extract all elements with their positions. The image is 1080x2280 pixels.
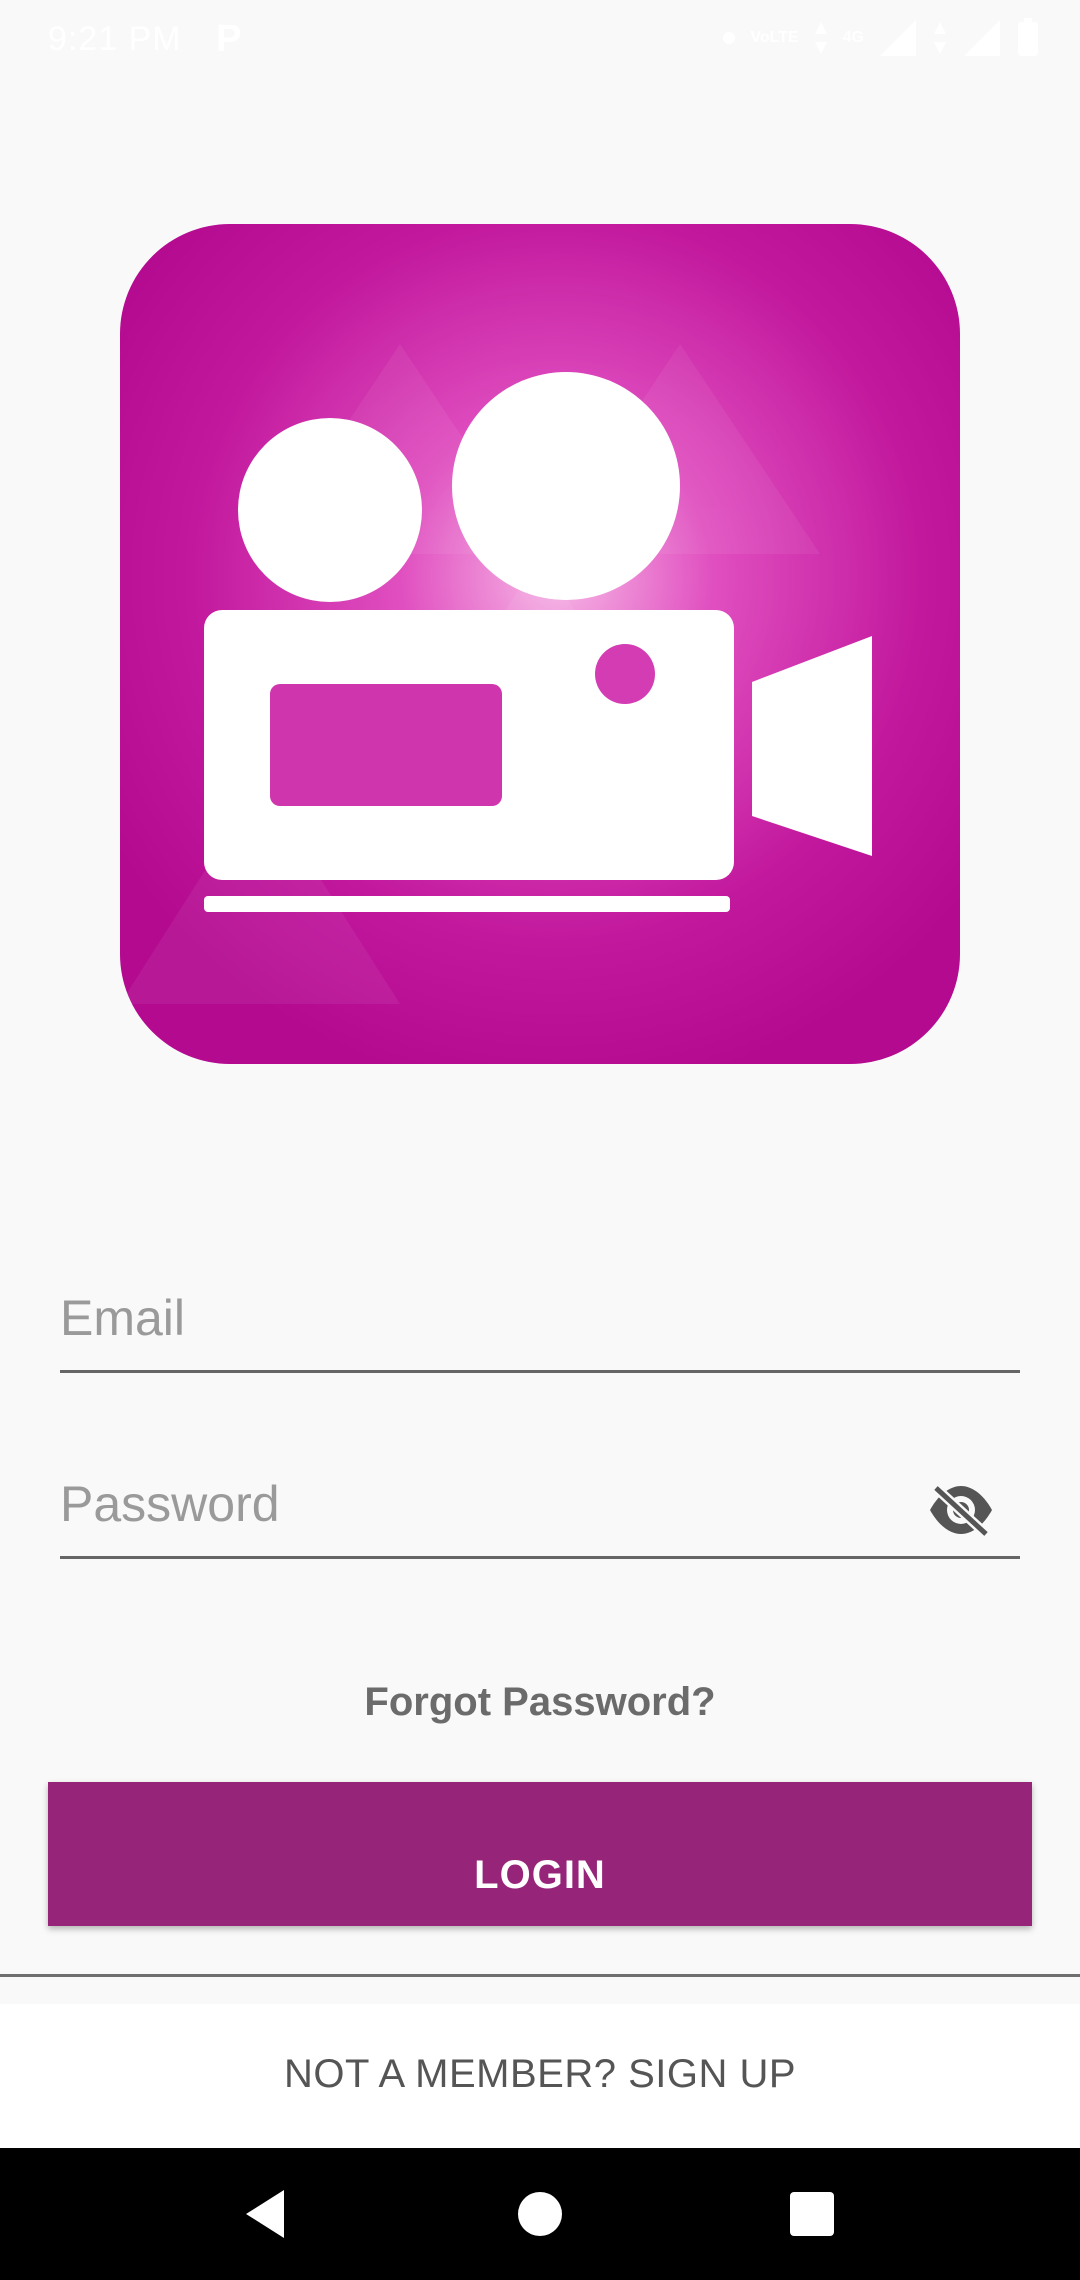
data-arrows-icon (814, 22, 827, 54)
signal-icon-2 (964, 20, 1000, 56)
password-field-container (60, 1456, 1020, 1559)
login-button[interactable]: LOGIN (48, 1782, 1032, 1926)
camera-reel-left (238, 418, 422, 602)
camera-base (204, 896, 730, 912)
camera-window (270, 684, 502, 806)
camera-reel-right (452, 372, 680, 600)
login-screen: 9:21 PM P VoLTE 4G Email Forgot Password… (0, 0, 1080, 2280)
signal-icon (880, 20, 916, 56)
password-field[interactable] (60, 1456, 920, 1552)
back-triangle-icon[interactable] (236, 2184, 296, 2244)
signup-link[interactable]: NOT A MEMBER? SIGN UP (0, 2052, 1080, 2097)
recents-square-icon[interactable] (782, 2184, 842, 2244)
data-arrows-icon-2 (934, 22, 946, 54)
status-time: 9:21 PM (48, 20, 182, 58)
eye-off-icon[interactable] (926, 1482, 996, 1538)
p-icon: P (216, 18, 242, 60)
status-icons: VoLTE 4G (722, 18, 1040, 58)
volte-label: VoLTE (750, 29, 799, 46)
dot-icon (723, 32, 736, 44)
email-field[interactable] (60, 1270, 920, 1366)
signup-area: NOT A MEMBER? SIGN UP (0, 2004, 1080, 2148)
navigation-bar (0, 2148, 1080, 2280)
divider (0, 1974, 1080, 1977)
email-field-container (60, 1270, 1020, 1373)
status-bar: 9:21 PM P VoLTE 4G (0, 0, 1080, 84)
camera-light (595, 644, 655, 704)
home-circle-icon[interactable] (510, 2184, 570, 2244)
network-label: 4G (842, 29, 864, 46)
forgot-password-link[interactable]: Forgot Password? (0, 1680, 1080, 1725)
video-camera-icon (120, 224, 960, 1064)
battery-icon (1018, 18, 1038, 56)
